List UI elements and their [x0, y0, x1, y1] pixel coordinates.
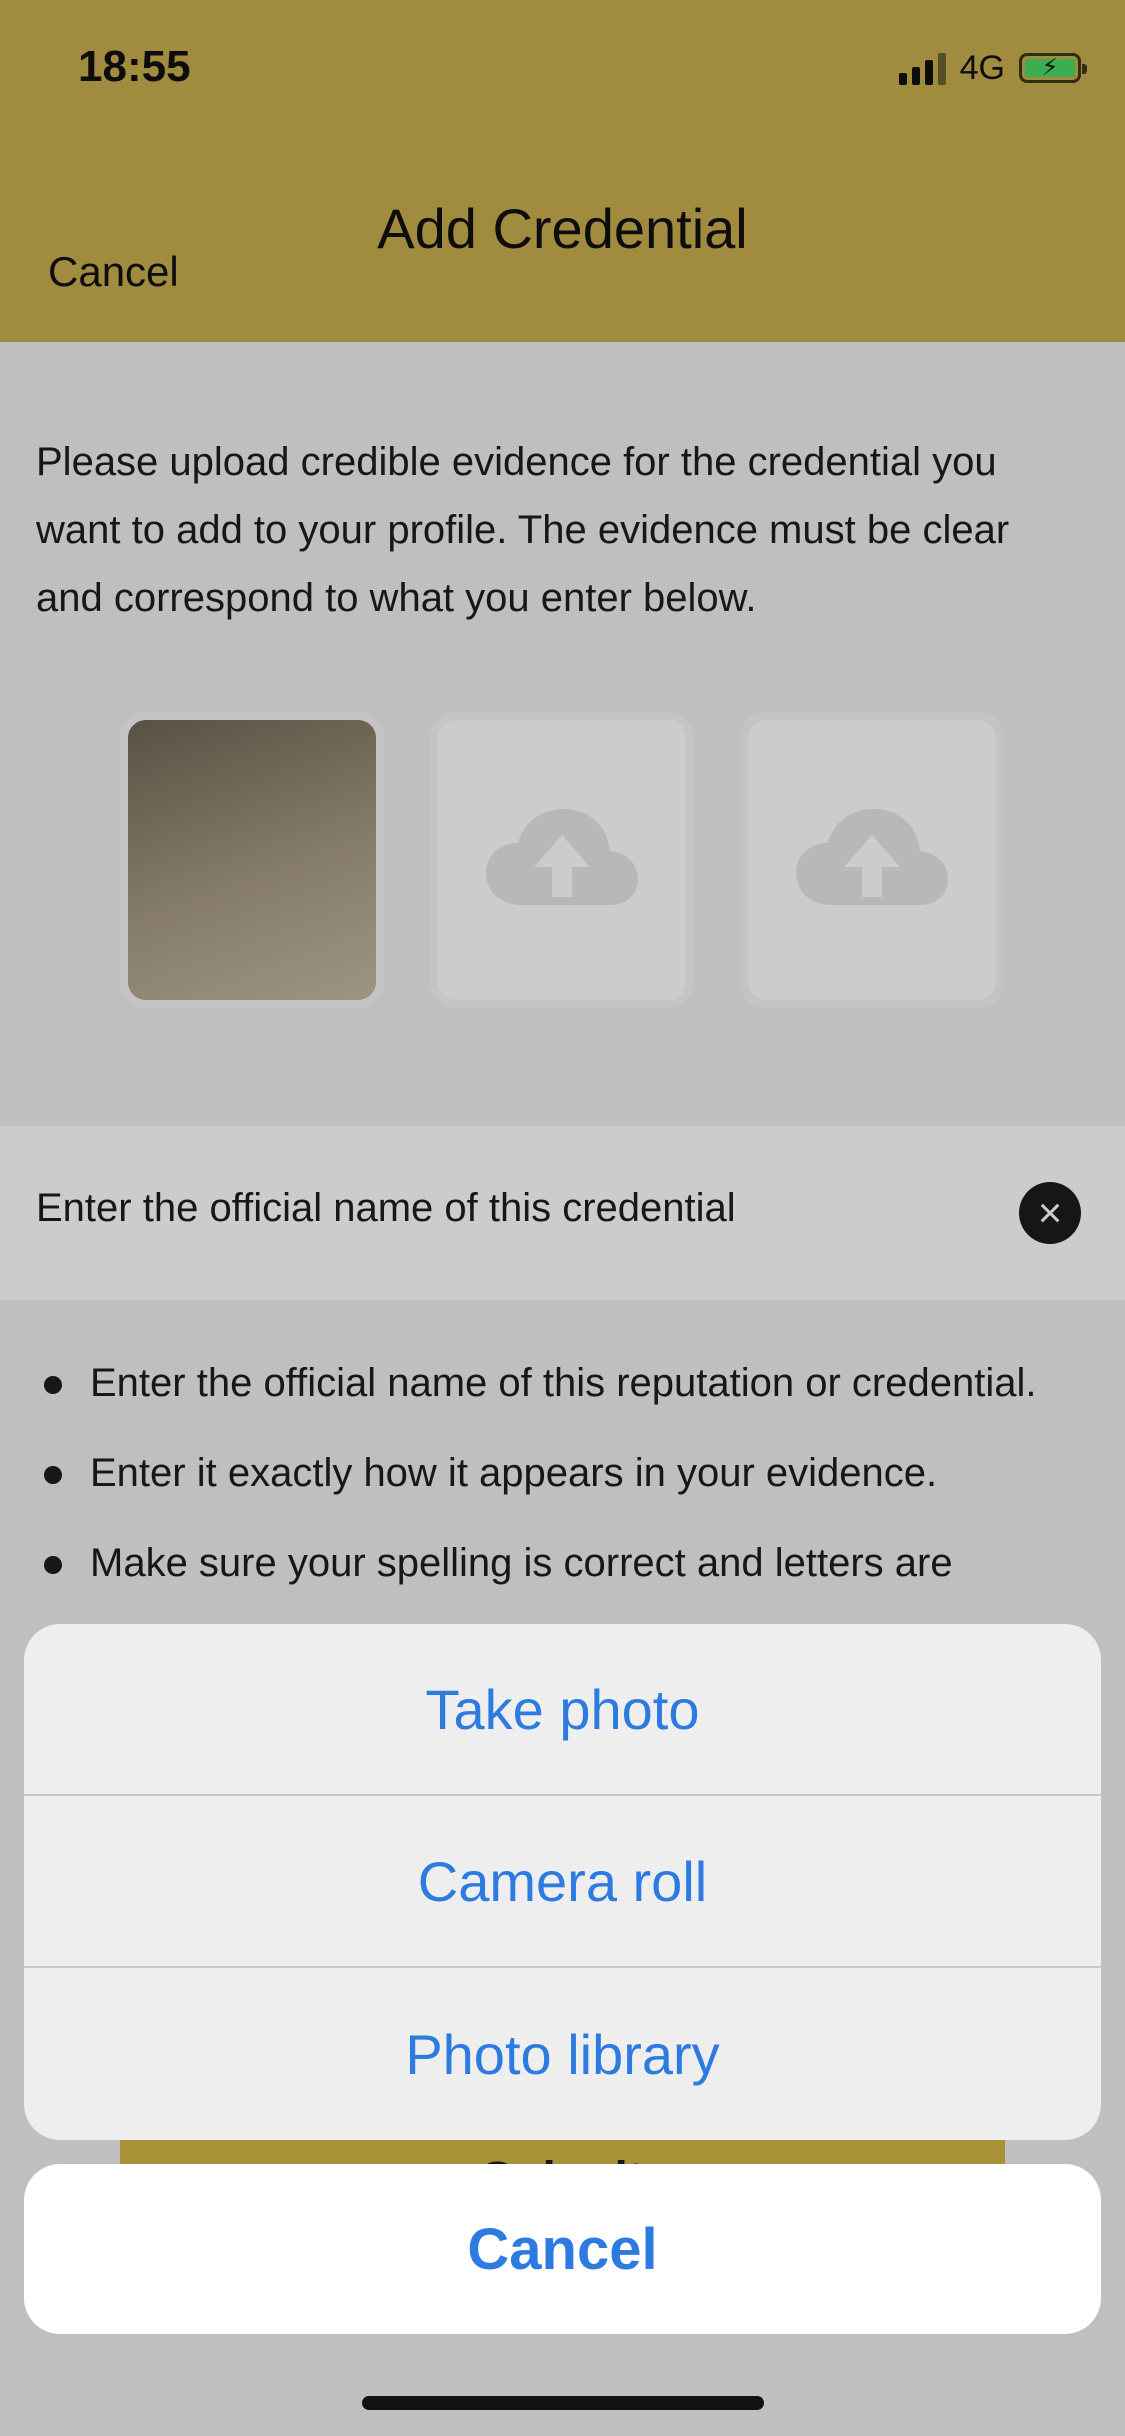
action-sheet-cancel-button[interactable]: Cancel	[24, 2164, 1101, 2334]
home-indicator	[362, 2396, 764, 2410]
take-photo-option[interactable]: Take photo	[24, 1624, 1101, 1796]
screen: 18:55 4G ⚡ Add Credential Cancel Please …	[0, 0, 1125, 2436]
photo-library-option[interactable]: Photo library	[24, 1968, 1101, 2140]
action-sheet: Take photo Camera roll Photo library	[24, 1624, 1101, 2140]
camera-roll-option[interactable]: Camera roll	[24, 1796, 1101, 1968]
